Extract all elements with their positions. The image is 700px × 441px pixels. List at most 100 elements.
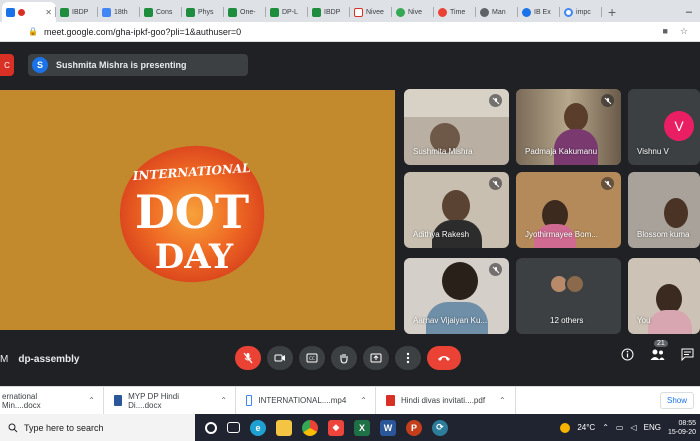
task-view-icon[interactable] [227, 422, 240, 433]
participant-tile[interactable]: Jyothirmayee Bom... [516, 172, 621, 248]
leave-call-button[interactable] [427, 346, 461, 370]
svg-text:CC: CC [309, 356, 315, 361]
clock[interactable]: 08:55 15-09-20 [668, 419, 696, 437]
word-icon[interactable]: W [380, 419, 396, 436]
participant-name: 12 others [550, 316, 584, 325]
captions-button[interactable]: CC [299, 346, 325, 370]
powerpoint-icon[interactable]: P [406, 419, 422, 436]
chrome-icon[interactable] [302, 419, 318, 436]
lock-icon[interactable]: 🔒 [28, 27, 38, 36]
chevron-up-icon[interactable]: ⌃ [220, 396, 227, 405]
whatsapp-favicon-icon [396, 7, 405, 17]
browser-tab[interactable]: IB Ex [518, 2, 560, 22]
participant-tile[interactable]: Aarnav Vijaiyan Ku... [404, 258, 509, 334]
download-filename: ernational Min....docx [2, 391, 41, 410]
browser-tab[interactable]: IBDP [308, 2, 350, 22]
muted-mic-icon [601, 94, 614, 107]
more-options-button[interactable] [395, 346, 421, 370]
participant-tile-self[interactable]: You [628, 258, 700, 334]
network-icon[interactable]: ▭ [616, 423, 624, 432]
browser-tab[interactable]: Time [434, 2, 476, 22]
meet-recording-chip: C [0, 54, 14, 76]
minimize-icon[interactable]: – [686, 2, 692, 22]
download-item[interactable]: Hindi divas invitati....pdf ⌃ [376, 387, 516, 414]
edge-icon[interactable]: e [250, 419, 266, 436]
tab-google-meet[interactable]: ✕ [2, 2, 56, 22]
excel-icon[interactable]: X [354, 419, 370, 436]
chevron-up-icon[interactable]: ⌃ [499, 396, 506, 405]
show-all-downloads-button[interactable]: Show [659, 392, 694, 409]
mic-toggle-button[interactable] [235, 346, 261, 370]
participant-body [648, 310, 692, 334]
new-tab-button[interactable]: + [608, 2, 616, 22]
search-icon [8, 423, 18, 432]
sheets-favicon-icon [60, 7, 69, 17]
browser-tab[interactable]: Cons [140, 2, 182, 22]
download-item[interactable]: ernational Min....docx ⌃ [0, 387, 104, 414]
participant-name: Padmaja Kakumanu [525, 147, 598, 156]
presentation-stage: INTERNATIONAL DOT DAY [0, 90, 395, 330]
participant-video [442, 262, 478, 300]
chevron-up-icon[interactable]: ⌃ [88, 396, 95, 405]
presenter-pill[interactable]: S Sushmita Mishra is presenting [28, 54, 248, 76]
browser-tab[interactable]: impc [560, 2, 602, 22]
participant-tile[interactable]: 12 others [516, 258, 621, 334]
download-item[interactable]: INTERNATIONAL....mp4 ⌃ [236, 387, 376, 414]
weather-icon[interactable] [560, 422, 571, 433]
browser-tab[interactable]: IBDP [56, 2, 98, 22]
language-indicator[interactable]: ENG [644, 423, 661, 432]
svg-text:DAY: DAY [155, 237, 234, 277]
docs-favicon-icon [102, 7, 111, 17]
chevron-up-icon[interactable]: ⌃ [360, 396, 367, 405]
browser-tab[interactable]: Nivee [350, 2, 392, 22]
clock-time: 08:55 [678, 419, 696, 427]
participant-tile[interactable]: Blossom kuma [628, 172, 700, 248]
url-text[interactable]: meet.google.com/gha-ipkf-goo?pli=1&authu… [44, 27, 241, 37]
browser-tab[interactable]: Man [476, 2, 518, 22]
browser-tab[interactable]: DP-L [266, 2, 308, 22]
bookmark-star-icon[interactable]: ☆ [680, 26, 688, 37]
screen: ✕ IBDP 18th Cons Phys One- DP-L IBDP Niv… [0, 0, 700, 441]
meeting-time: M [0, 353, 9, 365]
browser-tab[interactable]: Phys [182, 2, 224, 22]
sync-icon[interactable]: ⟳ [432, 419, 448, 436]
word-file-icon [114, 395, 123, 406]
camera-toggle-button[interactable] [267, 346, 293, 370]
download-item[interactable]: MYP DP Hindi Di....docx ⌃ [104, 387, 236, 414]
chat-button[interactable] [681, 348, 694, 366]
taskbar-search[interactable]: Type here to search [0, 414, 195, 441]
presenting-label: Sushmita Mishra is presenting [56, 60, 187, 70]
participant-video [442, 190, 470, 222]
sheets-favicon-icon [270, 7, 279, 17]
close-tab-icon[interactable]: ✕ [45, 8, 52, 17]
anydesk-icon[interactable]: ◆ [328, 419, 344, 436]
browser-tab[interactable]: One- [224, 2, 266, 22]
chat-icon [681, 348, 694, 362]
raise-hand-button[interactable] [331, 346, 357, 370]
participant-name: Jyothirmayee Bom... [525, 230, 598, 239]
people-button[interactable]: 21 [650, 340, 668, 366]
tray-chevron-icon[interactable]: ⌃ [602, 423, 609, 432]
browser-tab[interactable]: 18th [98, 2, 140, 22]
mic-off-icon [243, 352, 253, 364]
camera-icon[interactable]: ■ [662, 26, 667, 37]
cortana-icon[interactable] [205, 421, 217, 434]
file-explorer-icon[interactable] [276, 419, 292, 436]
participant-tile[interactable]: Sushmita Mishra [404, 89, 509, 165]
muted-mic-icon [489, 263, 502, 276]
participant-tile[interactable]: Adithya Rakesh [404, 172, 509, 248]
pdf-file-icon [386, 395, 395, 406]
volume-icon[interactable]: ◁ [630, 423, 636, 432]
present-now-button[interactable] [363, 346, 389, 370]
address-bar[interactable]: 🔒 meet.google.com/gha-ipkf-goo?pli=1&aut… [0, 22, 700, 42]
browser-tab[interactable]: Nive [392, 2, 434, 22]
address-bar-icons: ■ ☆ [662, 26, 700, 37]
meet-favicon-icon [6, 7, 15, 17]
muted-mic-icon [489, 94, 502, 107]
participant-name: You [637, 316, 651, 325]
participant-tile[interactable]: V Vishnu V [628, 89, 700, 165]
temperature[interactable]: 24°C [577, 423, 595, 432]
meeting-info-button[interactable] [621, 348, 634, 366]
participant-tile[interactable]: Padmaja Kakumanu [516, 89, 621, 165]
meeting-details: M dp-assembly [0, 354, 79, 365]
